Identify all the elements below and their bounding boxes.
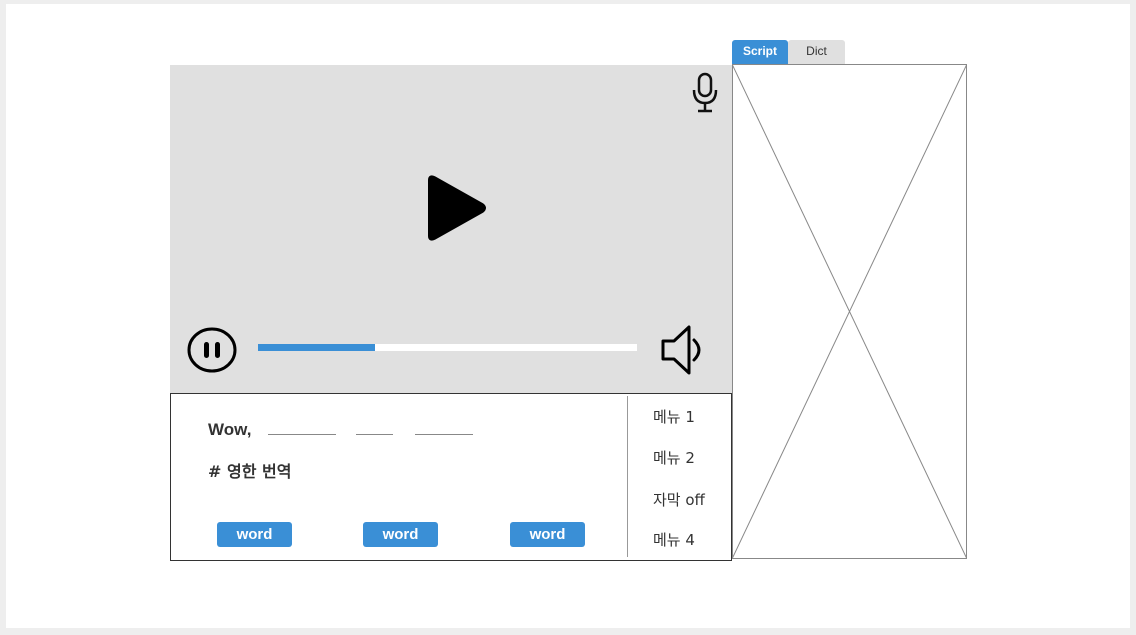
translation-text: # 영한 번역 bbox=[208, 462, 292, 481]
blank-input[interactable] bbox=[356, 434, 393, 435]
blank-input[interactable] bbox=[415, 434, 473, 435]
menu-item-subtitle-off[interactable]: 자막 off bbox=[653, 489, 705, 510]
image-placeholder bbox=[732, 64, 967, 559]
blank-input[interactable] bbox=[268, 434, 336, 435]
subtitle-text: Wow, bbox=[208, 420, 252, 439]
menu-item-4[interactable]: 메뉴 4 bbox=[653, 529, 695, 550]
volume-icon[interactable] bbox=[660, 324, 714, 376]
progress-fill bbox=[258, 344, 376, 351]
microphone-icon[interactable] bbox=[690, 72, 720, 114]
tab-script[interactable]: Script bbox=[732, 40, 788, 64]
panel-divider bbox=[627, 396, 628, 557]
tab-dict[interactable]: Dict bbox=[788, 40, 845, 64]
progress-bar[interactable] bbox=[258, 344, 637, 351]
word-button[interactable]: word bbox=[510, 522, 585, 547]
word-button[interactable]: word bbox=[217, 522, 292, 547]
menu-item-2[interactable]: 메뉴 2 bbox=[653, 447, 695, 468]
play-icon[interactable] bbox=[422, 172, 492, 244]
menu-item-1[interactable]: 메뉴 1 bbox=[653, 406, 695, 427]
pause-icon[interactable] bbox=[186, 326, 238, 374]
word-button[interactable]: word bbox=[363, 522, 438, 547]
